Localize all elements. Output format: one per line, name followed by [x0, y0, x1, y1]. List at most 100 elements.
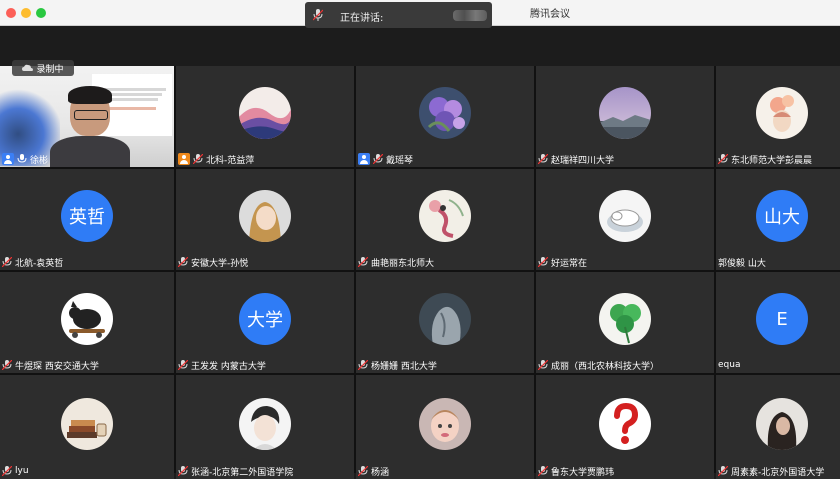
mic-muted-icon [178, 257, 188, 267]
participant-tile[interactable]: 杨涵 [356, 375, 534, 479]
participant-tile[interactable]: 鲁东大学贾鹏玮 [536, 375, 714, 479]
participant-namebar: 成丽（西北农林科技大学） [536, 357, 714, 373]
participant-namebar: 赵瑞祥四川大学 [536, 151, 714, 167]
speaker-name-blurred [453, 10, 487, 21]
mic-icon [17, 154, 27, 163]
participant-grid: 徐彬 北科-范益萍 戴瑶琴 赵瑞祥四川大学 东北师范大学彭晨晨 英哲 北航-袁英哲 安徽大学… [0, 66, 840, 479]
participant-namebar: 徐彬 [0, 151, 174, 167]
person-hair [68, 86, 112, 104]
minimize-window-button[interactable] [21, 8, 31, 18]
participant-tile[interactable]: 好运常在 [536, 169, 714, 270]
avatar-image [239, 190, 291, 243]
participant-namebar: 北航-袁英哲 [0, 254, 174, 270]
avatar-image [599, 87, 651, 140]
participant-tile[interactable]: 英哲北航-袁英哲 [0, 169, 174, 270]
participant-tile[interactable]: 东北师范大学彭晨晨 [716, 66, 840, 167]
mic-muted-icon [538, 154, 548, 164]
mic-muted-icon [2, 360, 12, 370]
mic-muted-icon [2, 466, 12, 476]
participant-namebar: 周素素-北京外国语大学 [716, 463, 840, 479]
participant-name: equa [718, 360, 741, 370]
participant-namebar: 安徽大学-孙悦 [176, 254, 354, 270]
participant-name: 安徽大学-孙悦 [191, 258, 249, 269]
mic-muted-icon [538, 257, 548, 267]
avatar-initials: 山大 [756, 190, 808, 243]
mic-muted-icon [358, 466, 368, 476]
avatar-image [239, 87, 291, 140]
participant-name: 好运常在 [551, 258, 588, 269]
participant-name: 北科-范益萍 [206, 155, 255, 166]
cloud-icon [22, 64, 34, 71]
participant-namebar: equa [716, 357, 840, 373]
maximize-window-button[interactable] [36, 8, 46, 18]
participant-name: 徐彬 [30, 155, 49, 166]
participant-namebar: 牛煜琛 西安交通大学 [0, 357, 174, 373]
participant-tile[interactable]: 张涵-北京第二外国语学院 [176, 375, 354, 479]
participant-namebar: 杨涵 [356, 463, 534, 479]
mic-muted-icon [718, 154, 728, 164]
participant-tile[interactable]: 安徽大学-孙悦 [176, 169, 354, 270]
host-icon [2, 153, 14, 165]
avatar-image [239, 397, 291, 450]
close-window-button[interactable] [6, 8, 16, 18]
participant-name: 杨涵 [371, 467, 390, 478]
participant-tile[interactable]: 大学王发发 内蒙古大学 [176, 272, 354, 373]
participant-tile[interactable]: 牛煜琛 西安交通大学 [0, 272, 174, 373]
participant-name: lyu [15, 466, 29, 476]
participant-tile[interactable]: Eequa [716, 272, 840, 373]
avatar-initials: E [756, 293, 808, 346]
avatar-image [599, 190, 651, 243]
participant-namebar: lyu [0, 463, 174, 479]
mic-muted-icon [373, 154, 383, 164]
avatar-image [756, 87, 808, 140]
participant-name: 鲁东大学贾鹏玮 [551, 467, 615, 478]
participant-name: 杨姗姗 西北大学 [371, 361, 437, 372]
participant-tile[interactable]: 赵瑞祥四川大学 [536, 66, 714, 167]
participant-name: 戴瑶琴 [386, 155, 414, 166]
participant-namebar: 东北师范大学彭晨晨 [716, 151, 840, 167]
participant-namebar: 好运常在 [536, 254, 714, 270]
participant-name: 王发发 内蒙古大学 [191, 361, 266, 372]
mic-muted-icon [193, 154, 203, 164]
participant-tile[interactable]: 成丽（西北农林科技大学） [536, 272, 714, 373]
participant-name: 赵瑞祥四川大学 [551, 155, 615, 166]
host-icon [358, 153, 370, 165]
mic-muted-icon [178, 360, 188, 370]
avatar-image [756, 397, 808, 450]
participant-namebar: 曲艳丽东北师大 [356, 254, 534, 270]
participant-name: 成丽（西北农林科技大学） [551, 361, 660, 372]
participant-tile-video[interactable]: 徐彬 [0, 66, 174, 167]
participant-tile[interactable]: lyu [0, 375, 174, 479]
participant-tile[interactable]: 山大 郭俊毅 山大 [716, 169, 840, 270]
participant-name: 张涵-北京第二外国语学院 [191, 467, 294, 478]
participant-tile[interactable]: 周素素-北京外国语大学 [716, 375, 840, 479]
participant-namebar: 鲁东大学贾鹏玮 [536, 463, 714, 479]
avatar-image [419, 293, 471, 346]
participant-tile[interactable]: 北科-范益萍 [176, 66, 354, 167]
recording-indicator: 录制中 [12, 60, 74, 76]
avatar-image [419, 87, 471, 140]
participant-name: 曲艳丽东北师大 [371, 258, 435, 269]
avatar-image [419, 190, 471, 243]
avatar-image [419, 397, 471, 450]
participant-tile[interactable]: 戴瑶琴 [356, 66, 534, 167]
participant-tile[interactable]: 曲艳丽东北师大 [356, 169, 534, 270]
participant-tile[interactable]: 杨姗姗 西北大学 [356, 272, 534, 373]
participant-namebar: 杨姗姗 西北大学 [356, 357, 534, 373]
avatar-initials: 大学 [239, 293, 291, 346]
mic-icon [313, 9, 323, 21]
speaking-label: 正在讲话: [340, 13, 384, 24]
app-title: 腾讯会议 [530, 9, 570, 20]
avatar-initials: 英哲 [61, 190, 113, 243]
avatar-image [599, 293, 651, 346]
mic-muted-icon [718, 466, 728, 476]
recording-label: 录制中 [36, 64, 64, 75]
mic-muted-icon [358, 360, 368, 370]
mic-muted-icon [2, 257, 12, 267]
participant-namebar: 戴瑶琴 [356, 151, 534, 167]
host-icon [178, 153, 190, 165]
participant-name: 北航-袁英哲 [15, 258, 64, 269]
glasses [74, 110, 108, 120]
mic-muted-icon [538, 360, 548, 370]
participant-namebar: 王发发 内蒙古大学 [176, 357, 354, 373]
